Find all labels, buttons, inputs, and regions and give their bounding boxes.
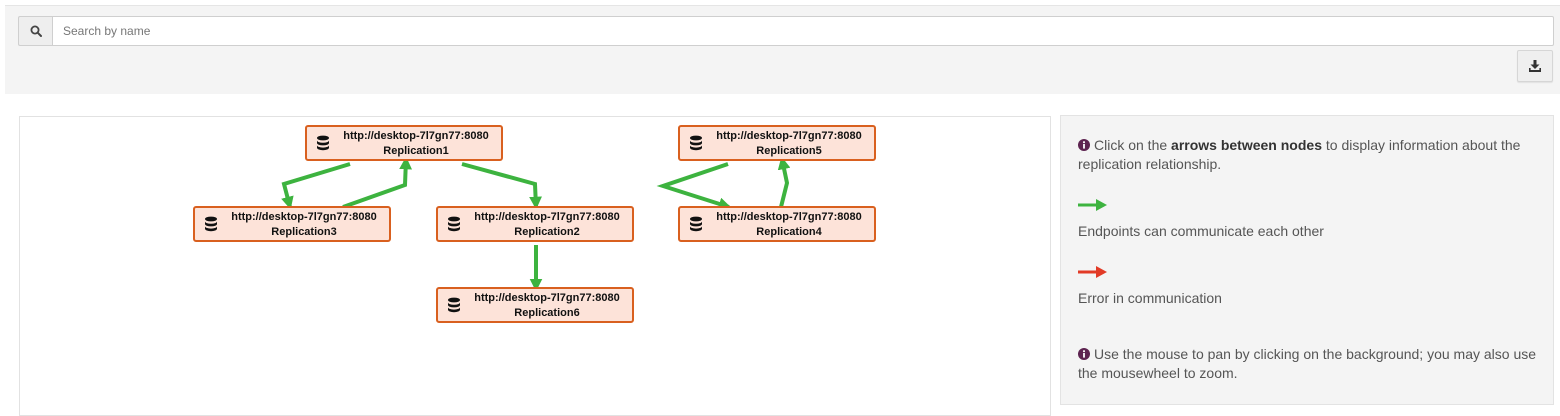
search-button[interactable]: [18, 16, 52, 46]
graph-node-replication2[interactable]: http://desktop-7l7gn77:8080 Replication2: [436, 206, 634, 242]
node-name: Replication5: [756, 145, 822, 157]
database-icon: [448, 297, 460, 313]
edge-replication1-to-replication2[interactable]: [461, 162, 542, 210]
graph-node-replication5[interactable]: http://desktop-7l7gn77:8080 Replication5: [678, 125, 876, 161]
toolbar-area: [5, 5, 1560, 94]
edge-replication5-to-replication4[interactable]: [656, 162, 732, 210]
database-icon: [448, 216, 460, 232]
node-name: Replication1: [383, 145, 449, 157]
graph-edges: [281, 156, 791, 292]
error-arrow-icon: [1078, 266, 1107, 278]
legend-panel: Click on the arrows between nodes to dis…: [1060, 115, 1554, 405]
edge-replication1-to-replication3[interactable]: [281, 162, 351, 210]
node-name: Replication3: [271, 226, 337, 238]
legend-intro: Click on the arrows between nodes to dis…: [1078, 136, 1539, 174]
legend-error-label: Error in communication: [1078, 290, 1222, 306]
database-icon: [317, 135, 329, 151]
node-name: Replication6: [514, 307, 580, 319]
graph-node-replication6[interactable]: http://desktop-7l7gn77:8080 Replication6: [436, 287, 634, 323]
graph-node-replication4[interactable]: http://desktop-7l7gn77:8080 Replication4: [678, 206, 876, 242]
edge-replication3-to-replication1[interactable]: [342, 156, 413, 209]
graph-node-replication1[interactable]: http://desktop-7l7gn77:8080 Replication1: [305, 125, 503, 161]
info-icon: [1078, 348, 1090, 360]
node-name: Replication2: [514, 226, 580, 238]
legend-pan-hint: Use the mouse to pan by clicking on the …: [1078, 345, 1539, 383]
search-input[interactable]: [52, 16, 1554, 46]
node-url: http://desktop-7l7gn77:8080: [474, 211, 620, 223]
ok-arrow-icon: [1078, 199, 1107, 211]
info-icon: [1078, 139, 1090, 151]
legend-pan-text: Use the mouse to pan by clicking on the …: [1078, 346, 1537, 381]
export-button[interactable]: [1517, 50, 1553, 82]
legend-ok-label: Endpoints can communicate each other: [1078, 223, 1324, 239]
node-url: http://desktop-7l7gn77:8080: [343, 130, 489, 142]
node-url: http://desktop-7l7gn77:8080: [716, 130, 862, 142]
node-url: http://desktop-7l7gn77:8080: [474, 292, 620, 304]
database-icon: [690, 135, 702, 151]
node-url: http://desktop-7l7gn77:8080: [231, 211, 377, 223]
node-name: Replication4: [756, 226, 822, 238]
download-icon: [1529, 60, 1541, 72]
legend-intro-prefix: Click on the: [1094, 137, 1172, 153]
database-icon: [205, 216, 217, 232]
node-url: http://desktop-7l7gn77:8080: [716, 211, 862, 223]
edge-replication4-to-replication5[interactable]: [777, 156, 791, 208]
database-icon: [690, 216, 702, 232]
replication-graph[interactable]: http://desktop-7l7gn77:8080 Replication1…: [19, 116, 1051, 416]
legend-intro-bold: arrows between nodes: [1171, 137, 1322, 153]
search-icon: [30, 25, 42, 37]
graph-node-replication3[interactable]: http://desktop-7l7gn77:8080 Replication3: [193, 206, 391, 242]
